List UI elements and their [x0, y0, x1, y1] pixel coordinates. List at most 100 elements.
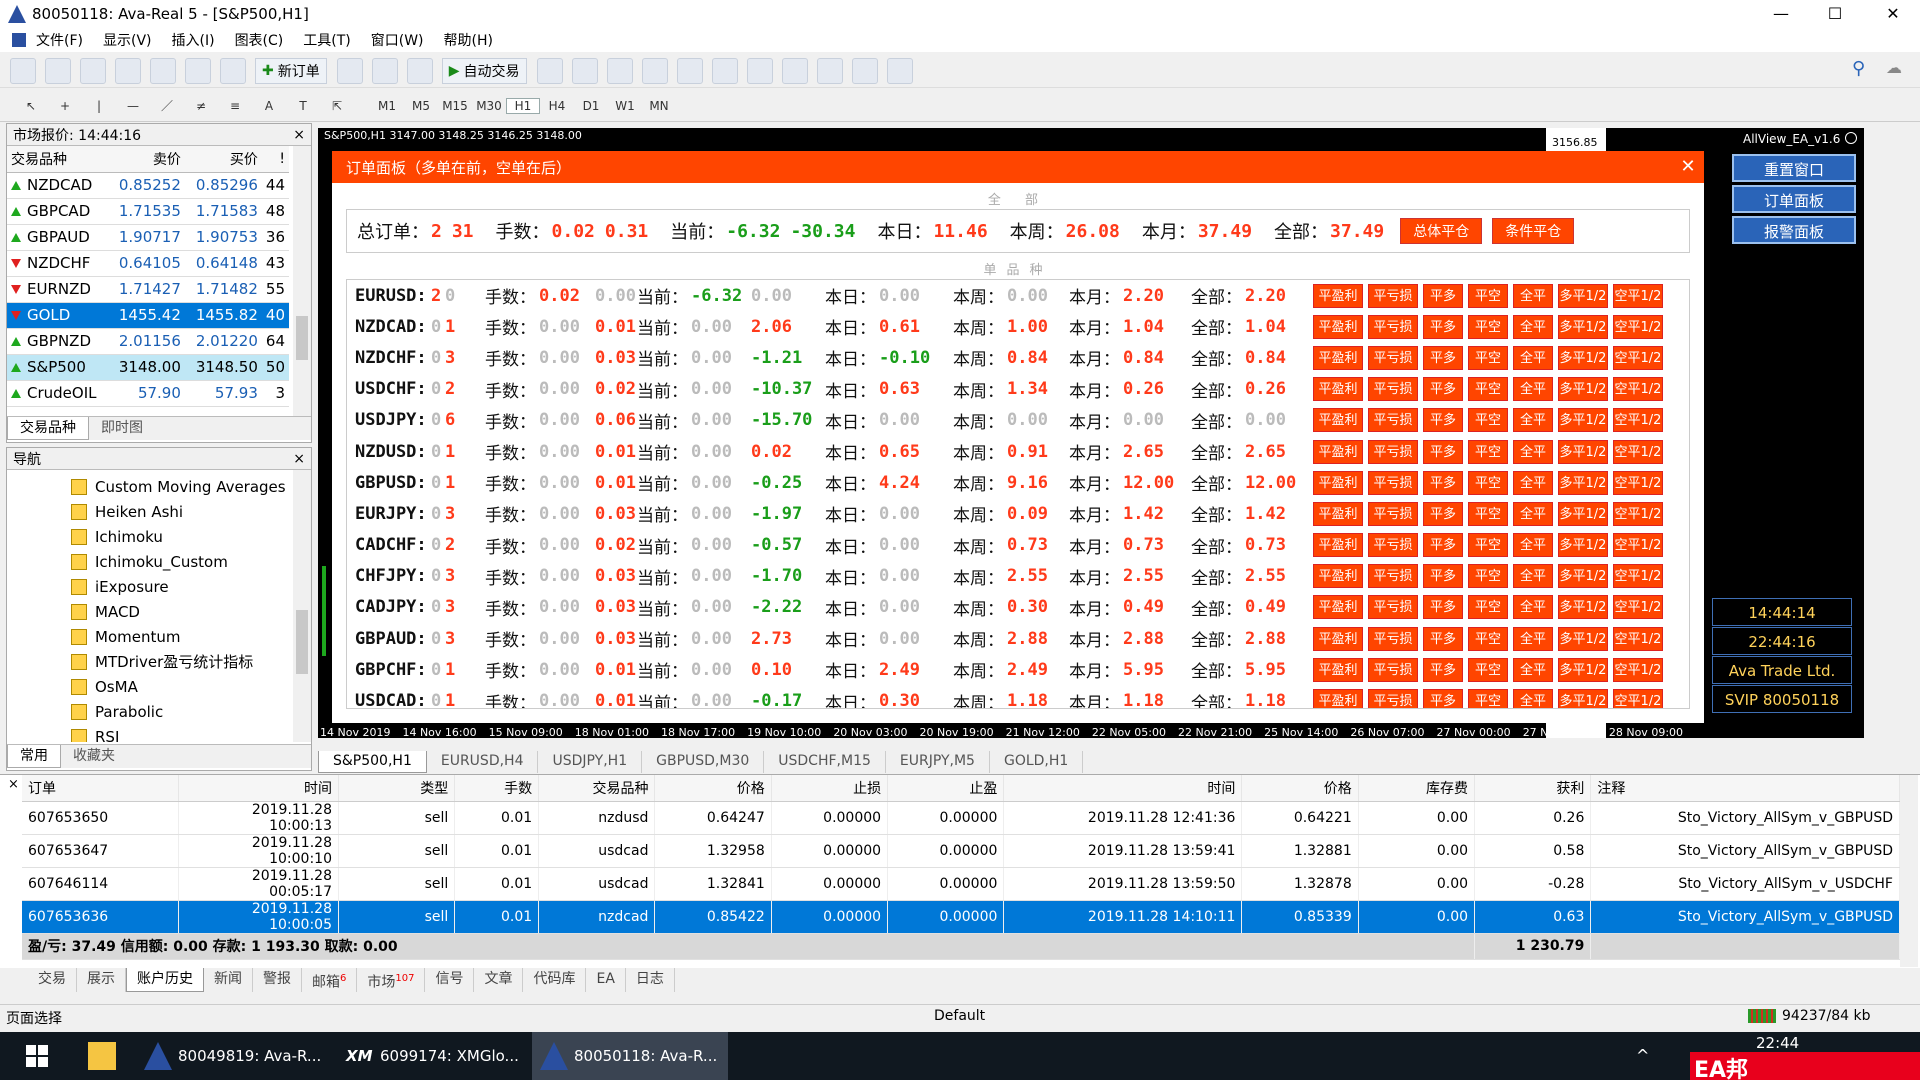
row-action-button[interactable]: 多平1/2 — [1558, 439, 1608, 464]
row-action-button[interactable]: 平多 — [1423, 439, 1463, 464]
row-action-button[interactable]: 多平1/2 — [1558, 626, 1608, 651]
row-action-button[interactable]: 多平1/2 — [1558, 408, 1608, 433]
row-action-button[interactable]: 平多 — [1423, 283, 1463, 308]
scroll-chart-icon[interactable] — [746, 57, 773, 84]
navigator-item[interactable]: RSI — [7, 724, 311, 742]
zoom-out-icon[interactable] — [676, 57, 703, 84]
row-action-button[interactable]: 空平1/2 — [1613, 657, 1663, 682]
alert-panel-button[interactable]: 报警面板 — [1732, 216, 1856, 244]
scroll-thumb[interactable] — [296, 610, 308, 674]
row-action-button[interactable]: 全平 — [1513, 283, 1553, 308]
tf-w1[interactable]: W1 — [608, 99, 642, 113]
row-action-button[interactable]: 全平 — [1513, 533, 1553, 558]
row-action-button[interactable]: 全平 — [1513, 439, 1553, 464]
row-action-button[interactable]: 平亏损 — [1368, 408, 1418, 433]
chart-tab[interactable]: USDCHF,M15 — [764, 751, 886, 773]
conditional-close-button[interactable]: 条件平仓 — [1492, 218, 1575, 244]
row-action-button[interactable]: 平空 — [1468, 408, 1508, 433]
row-action-button[interactable]: 平多 — [1423, 657, 1463, 682]
row-action-button[interactable]: 平空 — [1468, 626, 1508, 651]
row-action-button[interactable]: 全平 — [1513, 470, 1553, 495]
row-action-button[interactable]: 多平1/2 — [1558, 470, 1608, 495]
vertical-line-icon[interactable]: | — [82, 99, 116, 113]
terminal-tab[interactable]: 邮箱6 — [302, 968, 358, 992]
row-action-button[interactable]: 多平1/2 — [1558, 657, 1608, 682]
row-action-button[interactable]: 多平1/2 — [1558, 377, 1608, 402]
new-chart-icon[interactable] — [10, 57, 36, 84]
bar-chart-icon[interactable] — [536, 57, 563, 84]
terminal-tab[interactable]: 文章 — [474, 968, 524, 992]
row-action-button[interactable]: 平盈利 — [1313, 439, 1363, 464]
market-watch-row[interactable]: NZDCAD 0.85252 0.85296 44 — [7, 172, 289, 199]
terminal-tab[interactable]: EA — [586, 968, 626, 992]
search-icon[interactable]: ⚲ — [1852, 58, 1865, 79]
row-action-button[interactable]: 平多 — [1423, 564, 1463, 589]
fibonacci-icon[interactable]: ≡ — [218, 99, 252, 113]
row-action-button[interactable]: 平多 — [1423, 626, 1463, 651]
history-col[interactable]: 类型 — [338, 775, 456, 802]
row-action-button[interactable]: 平空 — [1468, 283, 1508, 308]
menu-window[interactable]: 窗口(W) — [371, 30, 424, 50]
tf-mn[interactable]: MN — [642, 99, 676, 113]
navigator-item[interactable]: Momentum — [7, 624, 311, 649]
arrows-icon[interactable]: ⇱ — [320, 99, 354, 113]
menu-file[interactable]: 文件(F) — [36, 30, 83, 50]
history-col[interactable]: 注释 — [1590, 775, 1900, 802]
row-action-button[interactable]: 空平1/2 — [1613, 470, 1663, 495]
row-action-button[interactable]: 平多 — [1423, 314, 1463, 339]
history-row[interactable]: 607653650 2019.11.28 10:00:13 sell 0.01 nzdu… — [22, 801, 1900, 835]
zoom-in-icon[interactable] — [641, 57, 668, 84]
row-action-button[interactable]: 多平1/2 — [1558, 283, 1608, 308]
history-col[interactable]: 止损 — [771, 775, 889, 802]
row-action-button[interactable]: 多平1/2 — [1558, 689, 1608, 708]
terminal-tab[interactable]: 日志 — [626, 968, 675, 992]
history-col[interactable]: 订单 — [22, 775, 180, 802]
row-action-button[interactable]: 全平 — [1513, 408, 1553, 433]
row-action-button[interactable]: 平多 — [1423, 689, 1463, 708]
row-action-button[interactable]: 空平1/2 — [1613, 345, 1663, 370]
row-action-button[interactable]: 平多 — [1423, 345, 1463, 370]
history-col[interactable]: 手数 — [454, 775, 540, 802]
text-icon[interactable]: A — [252, 99, 286, 113]
row-action-button[interactable]: 平盈利 — [1313, 283, 1363, 308]
maximize-button[interactable]: ☐ — [1812, 0, 1858, 28]
menu-view[interactable]: 显示(V) — [103, 30, 152, 50]
history-col[interactable]: 获利 — [1474, 775, 1592, 802]
row-action-button[interactable]: 平盈利 — [1313, 314, 1363, 339]
row-action-button[interactable]: 全平 — [1513, 564, 1553, 589]
tf-m5[interactable]: M5 — [404, 99, 438, 113]
row-action-button[interactable]: 平盈利 — [1313, 377, 1363, 402]
close-icon[interactable]: × — [293, 451, 305, 467]
history-col[interactable]: 库存费 — [1358, 775, 1476, 802]
scroll-thumb[interactable] — [296, 316, 308, 360]
market-watch-scrollbar[interactable] — [293, 146, 311, 416]
row-action-button[interactable]: 平空 — [1468, 533, 1508, 558]
tf-m30[interactable]: M30 — [472, 99, 506, 113]
navigator-item[interactable]: Ichimoku — [7, 524, 311, 549]
row-action-button[interactable]: 平盈利 — [1313, 689, 1363, 708]
row-action-button[interactable]: 平亏损 — [1368, 595, 1418, 620]
col-bid[interactable]: 卖价 — [109, 146, 185, 173]
close-icon[interactable]: × — [293, 127, 305, 143]
tab-favorites[interactable]: 收藏夹 — [61, 745, 127, 768]
close-window-button[interactable]: ✕ — [1870, 0, 1916, 28]
navigator-item[interactable]: MTDriver盈亏统计指标 — [7, 649, 311, 674]
row-action-button[interactable]: 平多 — [1423, 470, 1463, 495]
line-chart-icon[interactable] — [606, 57, 633, 84]
taskbar-item-1[interactable]: 80049819: Ava-R... — [136, 1032, 332, 1080]
navigator-item[interactable]: Parabolic — [7, 699, 311, 724]
history-row[interactable]: 607646114 2019.11.28 00:05:17 sell 0.01 usdc… — [22, 867, 1900, 901]
row-action-button[interactable]: 平亏损 — [1368, 689, 1418, 708]
chart-tab[interactable]: GOLD,H1 — [990, 751, 1084, 773]
row-action-button[interactable]: 平亏损 — [1368, 283, 1418, 308]
menu-charts[interactable]: 图表(C) — [235, 30, 284, 50]
globe-icon[interactable] — [406, 57, 433, 84]
row-action-button[interactable]: 平盈利 — [1313, 470, 1363, 495]
cursor-icon[interactable]: ↖ — [14, 99, 48, 113]
candlestick-icon[interactable] — [571, 57, 598, 84]
market-watch-row[interactable]: NZDCHF 0.64105 0.64148 43 — [7, 250, 289, 277]
market-watch-row[interactable]: EURNZD 1.71427 1.71482 55 — [7, 276, 289, 303]
terminal-tab[interactable]: 市场107 — [357, 968, 426, 992]
terminal-close-icon[interactable]: × — [8, 777, 19, 792]
row-action-button[interactable]: 平亏损 — [1368, 533, 1418, 558]
